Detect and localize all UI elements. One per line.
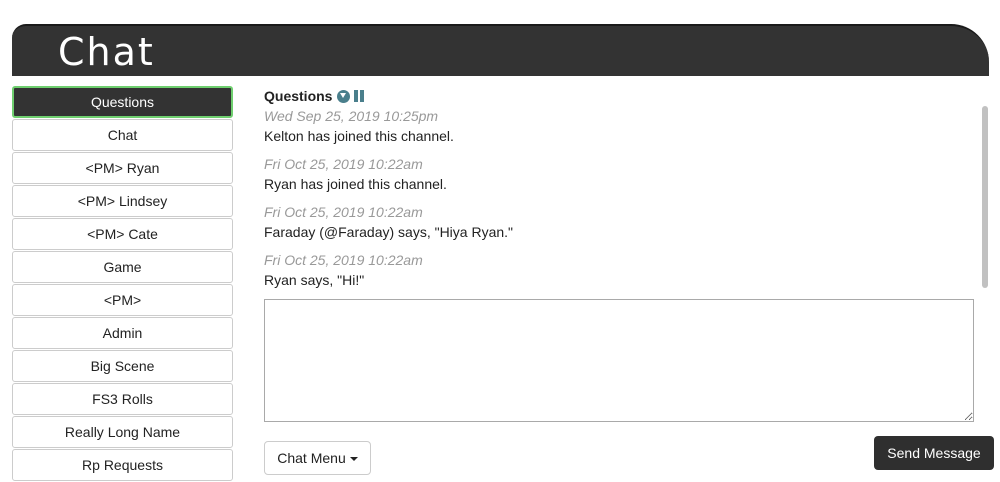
chevron-down-circle-icon[interactable] (337, 89, 351, 103)
message-item: Fri Oct 25, 2019 10:22am Ryan says, "Hi!… (264, 250, 986, 298)
message-scrollbar[interactable] (982, 106, 988, 288)
channel-item-pm[interactable]: <PM> (12, 284, 233, 316)
channel-item-game[interactable]: Game (12, 251, 233, 283)
channel-item-admin[interactable]: Admin (12, 317, 233, 349)
page-title: Chat (58, 30, 155, 74)
message-input[interactable] (264, 299, 974, 422)
message-timestamp: Fri Oct 25, 2019 10:22am (264, 252, 423, 268)
channel-header: Questions (264, 86, 989, 106)
channel-item-chat[interactable]: Chat (12, 119, 233, 151)
chat-menu-label: Chat Menu (277, 450, 346, 466)
message-timestamp: Wed Sep 25, 2019 10:25pm (264, 108, 439, 124)
message-text: Ryan says, "Hi!" (264, 272, 365, 288)
channel-item-rp-requests[interactable]: Rp Requests (12, 449, 233, 481)
channel-name: Questions (264, 88, 333, 104)
send-message-button[interactable]: Send Message (874, 436, 994, 470)
channel-item-really-long-name[interactable]: Really Long Name (12, 416, 233, 448)
message-item: Wed Sep 25, 2019 10:25pm Kelton has join… (264, 106, 986, 154)
message-text: Kelton has joined this channel. (264, 128, 454, 144)
channel-item-big-scene[interactable]: Big Scene (12, 350, 233, 382)
message-item: Fri Oct 25, 2019 10:22am Ryan has joined… (264, 154, 986, 202)
message-item: Fri Oct 25, 2019 10:22am Faraday (@Farad… (264, 202, 986, 250)
message-timestamp: Fri Oct 25, 2019 10:22am (264, 156, 423, 172)
message-text: Ryan has joined this channel. (264, 176, 447, 192)
channel-item-pm-lindsey[interactable]: <PM> Lindsey (12, 185, 233, 217)
chat-menu-button[interactable]: Chat Menu (264, 441, 371, 475)
caret-down-icon (349, 457, 358, 462)
message-timestamp: Fri Oct 25, 2019 10:22am (264, 204, 423, 220)
message-text: Faraday (@Faraday) says, "Hiya Ryan." (264, 224, 514, 240)
channel-sidebar: Questions Chat <PM> Ryan <PM> Lindsey <P… (12, 86, 233, 482)
title-bar: Chat (12, 24, 989, 76)
channel-item-pm-ryan[interactable]: <PM> Ryan (12, 152, 233, 184)
chat-panel: Questions Wed Sep 25, 2019 10:25pm Kelto… (264, 86, 989, 422)
message-list: Wed Sep 25, 2019 10:25pm Kelton has join… (264, 106, 986, 292)
channel-item-pm-cate[interactable]: <PM> Cate (12, 218, 233, 250)
pause-icon[interactable] (354, 90, 365, 102)
channel-item-questions[interactable]: Questions (12, 86, 233, 118)
channel-item-fs3-rolls[interactable]: FS3 Rolls (12, 383, 233, 415)
